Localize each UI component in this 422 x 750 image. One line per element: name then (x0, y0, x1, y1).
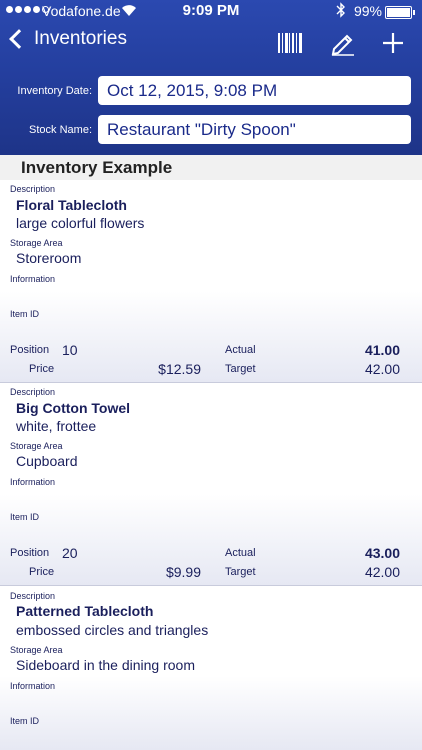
actual-value: 41.00 (364, 342, 400, 358)
list-item[interactable]: Description Floral Tablecloth large colo… (0, 180, 422, 383)
actual-value: 43.00 (364, 545, 400, 561)
chevron-left-icon (9, 29, 29, 49)
item-detail: white, frottee (16, 418, 97, 434)
list-item[interactable]: Description Big Cotton Towel white, frot… (0, 383, 422, 586)
battery-percent: 99% (353, 3, 382, 19)
stock-name-label: Stock Name: (29, 124, 92, 136)
section-title: Inventory Example (21, 158, 173, 177)
description-label: Description (10, 387, 56, 397)
target-value: 42.00 (364, 361, 400, 377)
battery-fill (387, 8, 410, 17)
section-header: Inventory Example (0, 155, 422, 180)
list-item[interactable]: Description Patterned Tablecloth embosse… (0, 586, 422, 750)
storage-area-value: Sideboard in the dining room (16, 657, 196, 673)
storage-area-value: Cupboard (16, 453, 78, 469)
position-label: Position (10, 547, 50, 559)
target-label: Target (225, 566, 256, 578)
information-label: Information (10, 681, 56, 691)
item-id-label: Item ID (10, 309, 40, 319)
item-id-label: Item ID (10, 512, 40, 522)
position-value: 10 (62, 342, 78, 358)
navigation-bar: Inventories (0, 22, 422, 66)
actual-label: Actual (225, 344, 256, 356)
price-label: Price (29, 363, 55, 375)
stock-name-field[interactable]: Restaurant "Dirty Spoon" (98, 115, 411, 144)
target-label: Target (225, 363, 256, 375)
bluetooth-icon (336, 2, 345, 18)
item-detail: embossed circles and triangles (16, 622, 209, 638)
description-label: Description (10, 591, 56, 601)
inventory-date-label: Inventory Date: (17, 85, 92, 97)
back-button-label: Inventories (34, 28, 127, 49)
actual-label: Actual (225, 547, 256, 559)
edit-pencil-icon[interactable] (330, 30, 356, 56)
barcode-icon[interactable] (277, 30, 303, 56)
description-label: Description (10, 184, 56, 194)
item-name: Floral Tablecloth (16, 197, 127, 213)
storage-area-value: Storeroom (16, 250, 82, 266)
position-value: 20 (62, 545, 78, 561)
status-bar: Vodafone.de 9:09 PM 99% (0, 0, 422, 22)
storage-area-label: Storage Area (10, 441, 63, 451)
back-button[interactable]: Inventories (8, 28, 127, 50)
add-icon[interactable] (380, 30, 406, 56)
inventory-date-field[interactable]: Oct 12, 2015, 9:08 PM (98, 76, 411, 105)
price-label: Price (29, 566, 55, 578)
item-name: Patterned Tablecloth (16, 603, 154, 619)
storage-area-label: Storage Area (10, 645, 63, 655)
information-label: Information (10, 274, 56, 284)
position-label: Position (10, 344, 50, 356)
information-label: Information (10, 477, 56, 487)
item-detail: large colorful flowers (16, 215, 145, 231)
storage-area-label: Storage Area (10, 238, 63, 248)
header-area: Vodafone.de 9:09 PM 99% Inventories Inve… (0, 0, 422, 155)
item-name: Big Cotton Towel (16, 400, 131, 416)
item-id-label: Item ID (10, 716, 40, 726)
price-value: $9.99 (165, 564, 201, 580)
battery-icon (385, 6, 415, 19)
target-value: 42.00 (364, 564, 400, 580)
price-value: $12.59 (158, 361, 201, 377)
